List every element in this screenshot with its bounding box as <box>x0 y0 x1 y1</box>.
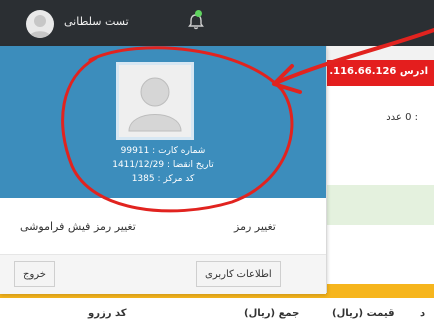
table-header: کد رزرو جمع (ریال) قیمت (ریال) د <box>0 298 434 334</box>
user-dropdown-menu: شماره کارت : 99911 تاریخ انقضا : 1411/12… <box>0 46 327 294</box>
top-navbar: تست سلطانی <box>0 0 434 46</box>
ip-address-text: .116.66.126 ادرس <box>329 66 428 77</box>
change-password-link[interactable]: تغییر رمز <box>234 220 276 233</box>
user-header: شماره کارت : 99911 تاریخ انقضا : 1411/12… <box>0 46 326 198</box>
column-header-price: قیمت (ریال) <box>332 308 395 319</box>
ip-info-bar: .116.66.126 ادرس <box>326 60 434 86</box>
user-silhouette-icon <box>128 77 182 132</box>
center-code: کد مرکز : 1385 <box>131 174 195 184</box>
user-links: تغییر رمز فیش فراموشی تغییر رمز <box>0 198 326 254</box>
user-silhouette-icon <box>29 15 51 38</box>
dropdown-footer: خروج اطلاعات کاربری <box>0 254 326 294</box>
expiry-date: تاریخ انقضا : 1411/12/29 <box>112 160 214 170</box>
info-strip <box>326 185 434 225</box>
avatar[interactable] <box>26 10 54 38</box>
column-header-total: جمع (ریال) <box>244 308 300 319</box>
column-header-partial: د <box>420 308 426 319</box>
user-menu-toggle[interactable]: تست سلطانی <box>26 10 166 38</box>
user-name[interactable]: تست سلطانی <box>64 15 129 28</box>
logout-button[interactable]: خروج <box>14 261 55 287</box>
column-header-reservation-code: کد رزرو <box>88 308 127 319</box>
notification-badge <box>195 10 202 17</box>
card-number: شماره کارت : 99911 <box>120 146 206 156</box>
user-info-button[interactable]: اطلاعات کاربری <box>196 261 281 287</box>
change-forgotten-receipt-password-link[interactable]: تغییر رمز فیش فراموشی <box>20 220 136 233</box>
count-text: : 0 عدد <box>386 112 418 123</box>
user-profile-image <box>116 62 194 140</box>
